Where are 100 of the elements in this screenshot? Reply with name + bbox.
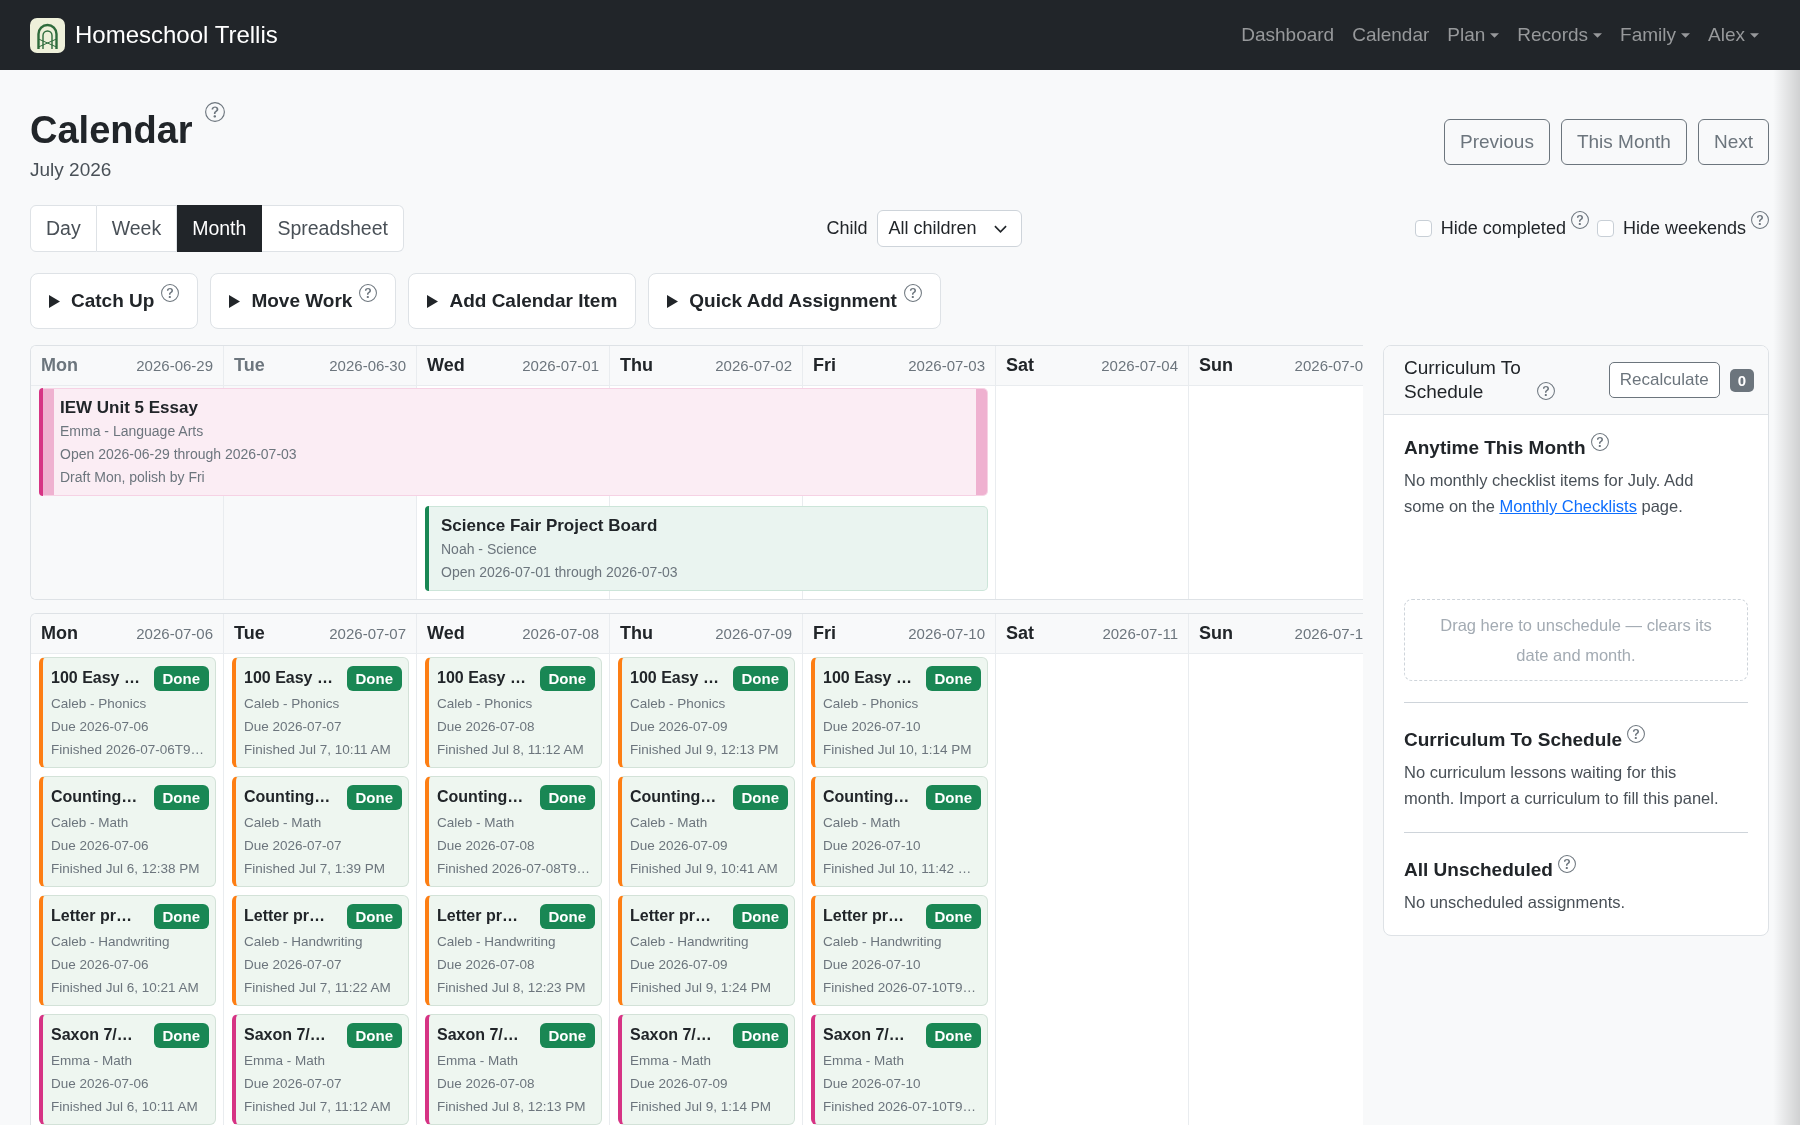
page-title: Calendar	[30, 108, 193, 153]
card-title: Saxon 7/…	[437, 1026, 519, 1044]
assignment-card[interactable]: Counting… Done Caleb - Math Due 2026-07-08 Finished 2026-07-08T9…	[425, 776, 602, 887]
day-name: Wed	[427, 623, 465, 644]
card-detail: Caleb - Math	[630, 814, 709, 832]
triangle-icon	[667, 294, 679, 308]
help-icon[interactable]	[1537, 382, 1555, 400]
toggle-label[interactable]: Hide completed	[1440, 218, 1566, 239]
logo-icon[interactable]	[30, 17, 65, 53]
card-detail: Due 2026-07-06	[51, 1075, 150, 1093]
nav-link[interactable]: Plan	[1438, 24, 1509, 46]
day-date: 2026-07-08	[522, 625, 599, 642]
assignment-card[interactable]: Counting… Done Caleb - Math Due 2026-07-09 Finished Jul 9, 10:41 AM	[618, 776, 795, 887]
empty-message: No unscheduled assignments.	[1404, 892, 1627, 913]
view-tab[interactable]: Spreadsheet	[262, 205, 404, 252]
resize-handle[interactable]	[976, 389, 987, 495]
month-nav-button[interactable]: This Month	[1560, 119, 1687, 165]
section-heading: Anytime This Month	[1404, 437, 1586, 459]
card-title: Saxon 7/…	[51, 1026, 133, 1044]
help-icon[interactable]	[1557, 855, 1576, 873]
nav-link[interactable]: Dashboard	[1232, 24, 1344, 46]
assignment-card[interactable]: Saxon 7/… Done Emma - Math Due 2026-07-09 Finished Jul 9, 1:14 PM	[618, 1014, 795, 1125]
assignment-card[interactable]: Counting… Done Caleb - Math Due 2026-07-10 Finished Jul 10, 11:42 …	[811, 776, 988, 887]
assignment-card[interactable]: Letter pr… Done Caleb - Handwriting Due 2026-07-06 Finished Jul 6, 10:21 AM	[39, 895, 216, 1006]
card-detail: Finished Jul 7, 10:11 AM	[244, 741, 392, 759]
help-icon[interactable]	[1570, 211, 1589, 229]
help-icon[interactable]	[1751, 211, 1769, 229]
action-button[interactable]: Move Work	[210, 273, 397, 329]
event-card[interactable]: IEW Unit 5 Essay Emma - Language Arts Open 2026-06-29 through 2026-07-03 Draft Mon, polish by Fri	[39, 388, 988, 496]
day-date: 2026-07-06	[136, 625, 213, 642]
status-badge: Done	[539, 665, 595, 691]
card-detail: Caleb - Handwriting	[630, 933, 750, 951]
recalculate-button[interactable]: Recalculate	[1608, 362, 1720, 398]
help-icon[interactable]	[903, 284, 922, 302]
assignment-card[interactable]: Saxon 7/… Done Emma - Math Due 2026-07-07 Finished Jul 7, 11:12 AM	[232, 1014, 409, 1125]
assignment-card[interactable]: Saxon 7/… Done Emma - Math Due 2026-07-08 Finished Jul 8, 12:13 PM	[425, 1014, 602, 1125]
assignment-card[interactable]: Counting… Done Caleb - Math Due 2026-07-07 Finished Jul 7, 1:39 PM	[232, 776, 409, 887]
help-icon[interactable]	[359, 284, 378, 302]
assignment-card[interactable]: 100 Easy … Done Caleb - Phonics Due 2026-07-07 Finished Jul 7, 10:11 AM	[232, 657, 409, 768]
card-detail: Caleb - Phonics	[51, 695, 148, 713]
brand-name[interactable]: Homeschool Trellis	[75, 21, 278, 49]
nav-link[interactable]: Alex	[1699, 24, 1768, 46]
view-tab[interactable]: Week	[96, 205, 178, 252]
nav-link[interactable]: Family	[1611, 24, 1700, 46]
assignment-card[interactable]: Counting… Done Caleb - Math Due 2026-07-06 Finished Jul 6, 12:38 PM	[39, 776, 216, 887]
status-badge: Done	[925, 665, 981, 691]
assignment-card[interactable]: Letter pr… Done Caleb - Handwriting Due 2026-07-08 Finished Jul 8, 12:23 PM	[425, 895, 602, 1006]
checkbox[interactable]	[1596, 220, 1614, 237]
assignment-card[interactable]: 100 Easy … Done Caleb - Phonics Due 2026-07-10 Finished Jul 10, 1:14 PM	[811, 657, 988, 768]
action-button[interactable]: Quick Add Assignment	[648, 273, 941, 329]
view-tab[interactable]: Month	[177, 205, 263, 252]
event-card[interactable]: Science Fair Project Board Noah - Science Open 2026-07-01 through 2026-07-03	[425, 506, 988, 591]
card-detail: Finished Jul 9, 12:13 PM	[630, 741, 780, 759]
month-nav-button[interactable]: Next	[1697, 119, 1769, 165]
nav-link[interactable]: Calendar	[1343, 24, 1439, 46]
card-title: Letter pr…	[437, 907, 518, 925]
assignment-card[interactable]: Saxon 7/… Done Emma - Math Due 2026-07-06 Finished Jul 6, 10:11 AM	[39, 1014, 216, 1125]
help-icon[interactable]	[1627, 725, 1646, 743]
day-name: Thu	[620, 623, 653, 644]
card-title: Letter pr…	[823, 907, 904, 925]
nav-link[interactable]: Records	[1508, 24, 1612, 46]
card-detail: Due 2026-07-09	[630, 718, 729, 736]
toggle-label[interactable]: Hide weekends	[1622, 218, 1746, 239]
day-name: Wed	[427, 355, 465, 376]
child-select[interactable]: All children	[877, 210, 1023, 247]
card-detail: Due 2026-07-10	[823, 1075, 922, 1093]
help-icon[interactable]	[161, 284, 180, 302]
resize-handle[interactable]	[43, 389, 54, 495]
card-title: Letter pr…	[51, 907, 132, 925]
checklists-link[interactable]: Monthly Checklists	[1499, 497, 1637, 515]
caret-icon	[1681, 32, 1691, 38]
assignment-card[interactable]: 100 Easy … Done Caleb - Phonics Due 2026-07-09 Finished Jul 9, 12:13 PM	[618, 657, 795, 768]
card-title: 100 Easy …	[244, 669, 333, 687]
count-badge: 0	[1729, 368, 1754, 392]
triangle-icon	[229, 294, 241, 308]
month-nav-button[interactable]: Previous	[1444, 119, 1550, 165]
status-badge: Done	[346, 665, 402, 691]
day-name: Tue	[234, 623, 265, 644]
assignment-card[interactable]: Saxon 7/… Done Emma - Math Due 2026-07-10 Finished 2026-07-10T9…	[811, 1014, 988, 1125]
help-icon[interactable]	[1590, 433, 1609, 451]
action-button[interactable]: Add Calendar Item	[408, 273, 637, 329]
assignment-card[interactable]: 100 Easy … Done Caleb - Phonics Due 2026-07-08 Finished Jul 8, 11:12 AM	[425, 657, 602, 768]
card-detail: Due 2026-07-06	[51, 718, 150, 736]
day-name: Fri	[813, 355, 836, 376]
event-title: IEW Unit 5 Essay	[60, 397, 199, 419]
card-detail: Due 2026-07-06	[51, 837, 150, 855]
card-detail: Finished 2026-07-08T9…	[437, 860, 592, 878]
card-detail: Caleb - Math	[51, 814, 130, 832]
assignment-card[interactable]: 100 Easy … Done Caleb - Phonics Due 2026-07-06 Finished 2026-07-06T9…	[39, 657, 216, 768]
assignment-card[interactable]: Letter pr… Done Caleb - Handwriting Due 2026-07-09 Finished Jul 9, 1:24 PM	[618, 895, 795, 1006]
event-detail: Noah - Science	[441, 540, 538, 559]
action-button[interactable]: Catch Up	[30, 273, 199, 329]
view-tab[interactable]: Day	[30, 205, 97, 252]
help-icon[interactable]	[204, 102, 225, 122]
checkbox[interactable]	[1414, 220, 1432, 237]
card-detail: Due 2026-07-08	[437, 718, 536, 736]
assignment-card[interactable]: Letter pr… Done Caleb - Handwriting Due 2026-07-10 Finished 2026-07-10T9…	[811, 895, 988, 1006]
assignment-card[interactable]: Letter pr… Done Caleb - Handwriting Due 2026-07-07 Finished Jul 7, 11:22 AM	[232, 895, 409, 1006]
status-badge: Done	[539, 1022, 595, 1048]
card-title: Counting…	[630, 788, 717, 806]
